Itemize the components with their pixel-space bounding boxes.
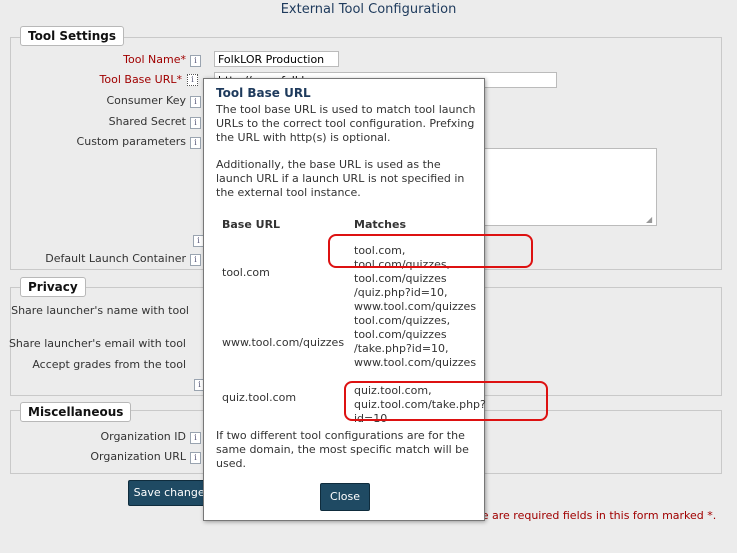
misc-legend: Miscellaneous	[20, 402, 132, 422]
modal-paragraph: Additionally, the base URL is used as th…	[216, 158, 465, 199]
default-launch-label: Default Launch Container	[45, 252, 186, 265]
highlight-annotation	[344, 381, 548, 421]
help-icon[interactable]: i	[190, 432, 201, 444]
tool-settings-legend: Tool Settings	[20, 26, 125, 46]
help-icon[interactable]: i	[190, 96, 201, 108]
help-modal: Tool Base URL The tool base URL is used …	[203, 78, 486, 521]
help-icon[interactable]: i	[187, 74, 198, 86]
org-id-label: Organization ID	[100, 430, 186, 443]
table-cell-base: tool.com	[222, 266, 270, 279]
base-url-label: Tool Base URL*	[99, 73, 182, 86]
tool-name-label: Tool Name*	[123, 53, 186, 66]
help-icon[interactable]: i	[190, 452, 201, 464]
table-cell-base: quiz.tool.com	[222, 391, 297, 404]
consumer-key-label: Consumer Key	[106, 94, 186, 107]
tool-name-input[interactable]: FolkLOR Production	[214, 51, 339, 67]
table-header-base: Base URL	[222, 218, 281, 231]
page-title: External Tool Configuration	[280, 2, 457, 17]
share-name-label: Share launcher's name with tool	[11, 304, 189, 317]
help-icon[interactable]: i	[190, 55, 201, 67]
accept-grades-label: Accept grades from the tool	[32, 358, 186, 371]
privacy-legend: Privacy	[20, 277, 86, 297]
shared-secret-label: Shared Secret	[108, 115, 186, 128]
custom-params-textarea[interactable]	[483, 148, 657, 226]
resize-handle-icon[interactable]: ◢	[646, 215, 652, 224]
close-button[interactable]: Close	[320, 483, 370, 511]
help-icon[interactable]: i	[190, 117, 201, 129]
modal-paragraph: The tool base URL is used to match tool …	[216, 103, 476, 144]
custom-params-label: Custom parameters	[76, 135, 186, 148]
table-cell-match: tool.com/quizzes, tool.com/quizzes /take…	[354, 314, 477, 369]
required-fields-note: There are required fields in this form m…	[457, 509, 717, 522]
help-icon[interactable]: i	[190, 137, 201, 149]
table-cell-base: www.tool.com/quizzes	[222, 336, 345, 349]
table-header-matches: Matches	[354, 218, 406, 231]
org-url-label: Organization URL	[90, 450, 186, 463]
share-email-label: Share launcher's email with tool	[8, 337, 186, 350]
help-icon[interactable]: i	[190, 254, 201, 266]
highlight-annotation	[328, 234, 533, 268]
modal-title: Tool Base URL	[216, 86, 311, 100]
modal-paragraph: If two different tool configurations are…	[216, 429, 469, 470]
